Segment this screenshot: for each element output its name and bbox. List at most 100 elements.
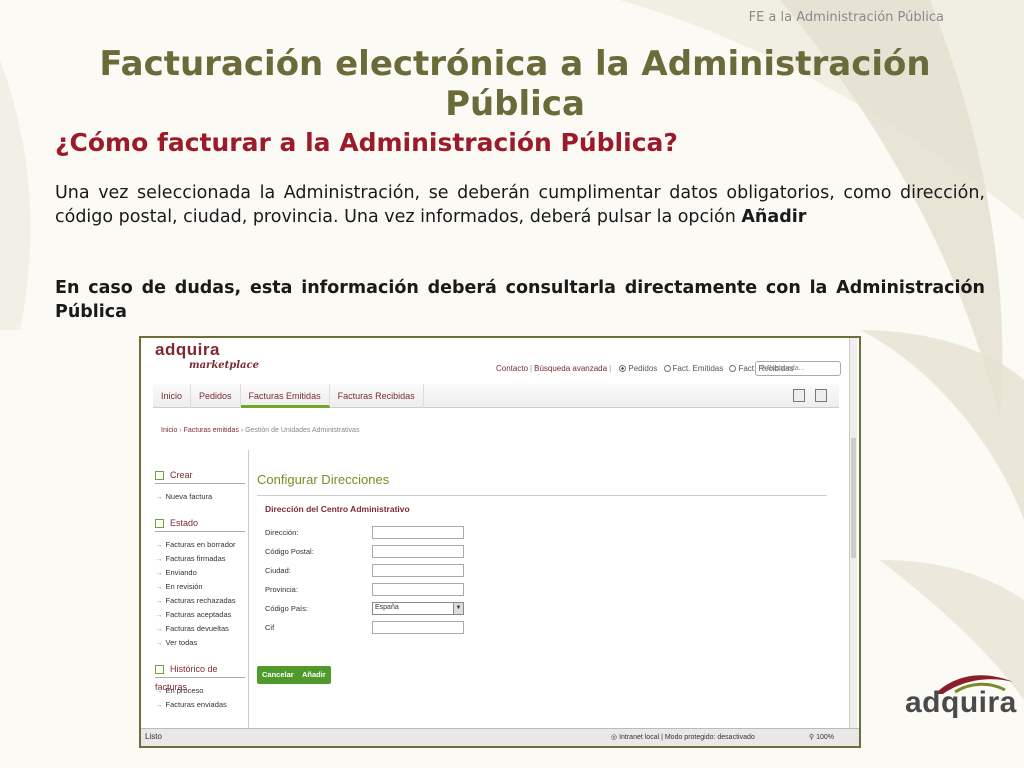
collapse-icon[interactable] [155,519,164,529]
tab-facturas-emitidas[interactable]: Facturas Emitidas [240,384,330,408]
search-icon: ⚲ [760,365,766,372]
tab-pedidos[interactable]: Pedidos [191,384,241,408]
app-header: adquira marketplace Contacto | Búsqueda av… [141,338,859,380]
direccion-label: Dirección: [265,528,299,537]
codigo-postal-field[interactable] [372,545,464,558]
sidebar-head-estado: Estado [155,514,245,532]
header-tag: FE a la Administración Pública [748,10,944,25]
arrow-icon: → [155,624,163,633]
app-logo-sub: marketplace [189,360,259,371]
sidebar-item-firmadas[interactable]: → Facturas firmadas [155,552,245,566]
radio-emitidas[interactable] [663,365,671,373]
provincia-label: Provincia: [265,585,298,594]
direccion-field[interactable] [372,526,464,539]
breadcrumb: Inicio › Facturas emitidas › Gestión de … [161,427,360,434]
search-input[interactable]: ⚲ Búsqueda... [755,361,841,376]
busqueda-avanzada-link[interactable]: Búsqueda avanzada [534,364,607,373]
sidebar: Crear → Nueva factura Estado → Facturas en… [155,466,245,712]
sidebar-item-label: En revisión [165,582,203,591]
ciudad-field[interactable] [372,564,464,577]
sidebar-item-aceptadas[interactable]: → Facturas aceptadas [155,608,245,622]
zoom-icon: ⚲ [809,734,815,741]
breadcrumb-facturas[interactable]: Facturas emitidas [184,427,239,434]
top-links: Contacto | Búsqueda avanzada | Pedidos Fact… [496,364,794,373]
status-zone: ◎ Intranet local | Modo protegido: desac… [611,733,755,741]
scrollbar[interactable] [849,338,857,728]
main-nav: Inicio Pedidos Facturas Emitidas Facturas R… [153,384,839,408]
app-logo[interactable]: adquira [155,340,220,360]
breadcrumb-current: Gestión de Unidades Administrativas [245,427,360,434]
panel-subtitle: Dirección del Centro Administrativo [265,504,410,514]
sidebar-item-label: Facturas enviadas [165,700,227,709]
sidebar-item-ver-todas[interactable]: → Ver todas [155,636,245,650]
sidebar-head-historico: Histórico de facturas [155,660,245,692]
sidebar-divider [248,450,249,730]
arrow-icon: → [155,610,163,619]
collapse-icon[interactable] [155,665,164,675]
panel-title: Configurar Direcciones [257,472,390,487]
codigo-postal-label: Código Postal: [265,547,314,556]
contacto-link[interactable]: Contacto [496,364,528,373]
sidebar-head-estado-label: Estado [170,518,199,528]
chevron-down-icon[interactable]: ▼ [453,603,463,614]
codigo-pais-select[interactable]: España ▼ [372,602,464,615]
codigo-pais-label: Código País: [265,604,308,613]
paragraph-1-text: Una vez seleccionada la Administración, … [55,183,985,227]
arrow-icon: → [155,492,163,501]
zoom-level[interactable]: ⚲ 100% [809,733,834,741]
cif-field[interactable] [372,621,464,634]
sidebar-item-label: Ver todas [165,638,198,647]
sidebar-item-enviadas[interactable]: → Facturas enviadas [155,698,245,712]
search-placeholder: Búsqueda... [767,365,805,372]
sidebar-item-label: Facturas en borrador [165,540,236,549]
embedded-screenshot: adquira marketplace Contacto | Búsqueda av… [139,336,861,748]
corner-logo-text: adquira [905,686,1017,719]
sidebar-item-label: Facturas rechazadas [165,596,236,605]
provincia-field[interactable] [372,583,464,596]
tab-facturas-recibidas[interactable]: Facturas Recibidas [330,384,424,408]
sidebar-item-en-revision[interactable]: → En revisión [155,580,245,594]
globe-icon: ◎ [611,734,618,741]
sidebar-item-rechazadas[interactable]: → Facturas rechazadas [155,594,245,608]
arrow-icon: → [155,554,163,563]
radio-recibidas[interactable] [729,365,737,373]
cancel-button[interactable]: Cancelar [257,666,299,684]
export-icon[interactable] [793,389,805,402]
arrow-icon: → [155,540,163,549]
sidebar-head-crear: Crear [155,466,245,484]
breadcrumb-inicio[interactable]: Inicio [161,427,177,434]
status-text: Listo [145,732,162,741]
sidebar-item-label: Facturas aceptadas [165,610,232,619]
scrollbar-thumb[interactable] [851,438,856,558]
slide-title: Facturación electrónica a la Administrac… [99,44,931,124]
sidebar-item-nueva-factura[interactable]: → Nueva factura [155,490,245,504]
collapse-icon[interactable] [155,471,164,481]
sidebar-item-en-proceso[interactable]: → En proceso [155,684,245,698]
sidebar-item-label: Nueva factura [165,492,213,501]
tab-inicio[interactable]: Inicio [153,384,192,408]
sidebar-item-devueltas[interactable]: → Facturas devueltas [155,622,245,636]
arrow-icon: → [155,568,163,577]
sidebar-head-crear-label: Crear [170,470,193,480]
sidebar-item-enviando[interactable]: → Enviando [155,566,245,580]
cif-label: Cif [265,623,275,632]
paragraph-1: Una vez seleccionada la Administración, … [55,181,985,229]
radio-pedidos[interactable] [619,365,627,373]
arrow-icon: → [155,596,163,605]
radio-pedidos-label: Pedidos [628,364,658,373]
sidebar-item-label: Facturas devueltas [165,624,229,633]
status-zone-text: Intranet local | Modo protegido: desacti… [619,734,755,741]
add-button[interactable]: Añadir [297,666,331,684]
corner-logo: adquira [905,668,1017,728]
print-icon[interactable] [815,389,827,402]
radio-emitidas-label: Fact. Emitidas [672,364,724,373]
sidebar-item-borrador[interactable]: → Facturas en borrador [155,538,245,552]
sidebar-item-label: Enviando [165,568,197,577]
slide-subtitle: ¿Cómo facturar a la Administración Públi… [55,128,678,157]
panel-divider [257,495,827,496]
arrow-icon: → [155,700,163,709]
ciudad-label: Ciudad: [265,566,291,575]
paragraph-1-bold: Añadir [741,207,807,227]
codigo-pais-value: España [375,604,399,611]
sidebar-item-label: Facturas firmadas [165,554,226,563]
